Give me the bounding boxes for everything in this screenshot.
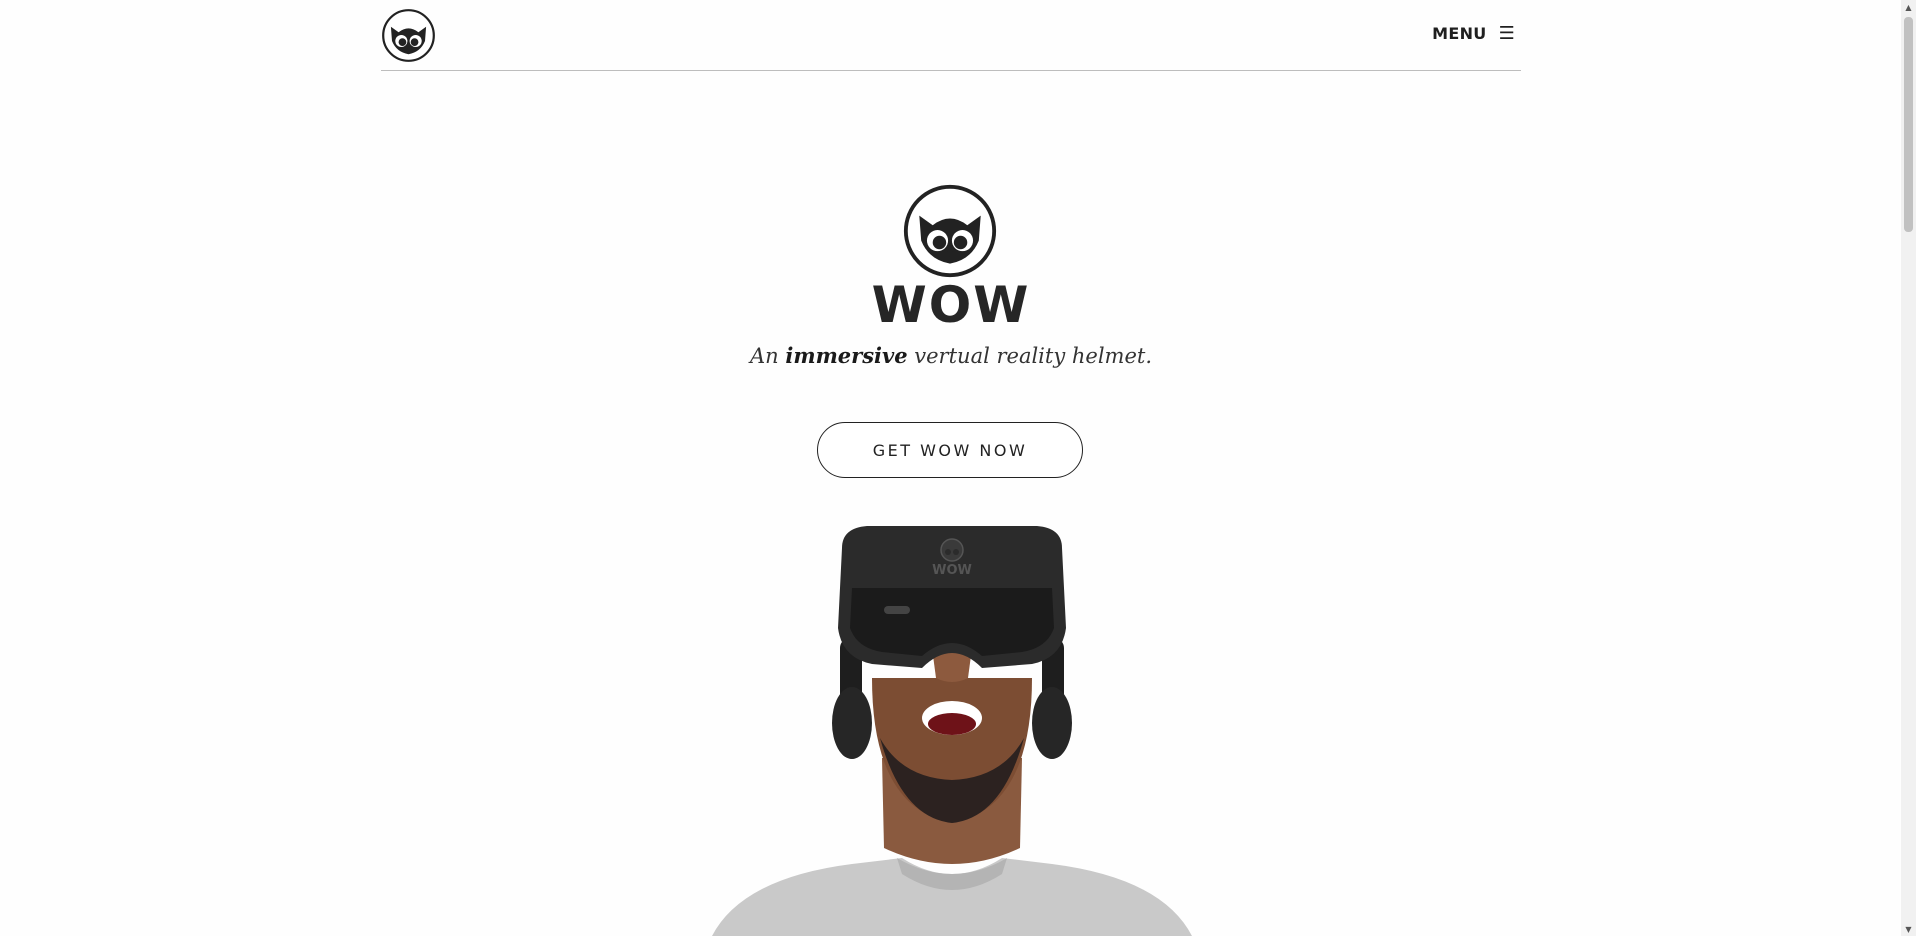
site-header: MENU ☰	[381, 0, 1521, 71]
scrollbar-thumb[interactable]	[1904, 17, 1913, 232]
scroll-down-arrow-icon[interactable]: ▼	[1901, 922, 1916, 936]
vr-headset-person-image: WOW	[702, 518, 1202, 936]
tagline-emphasis: immersive	[785, 343, 908, 368]
tagline-suffix: vertual reality helmet.	[907, 344, 1152, 368]
tagline-prefix: An	[750, 344, 786, 368]
helmet-logo-text: WOW	[932, 563, 972, 578]
hero-tagline: An immersive vertual reality helmet.	[0, 343, 1902, 368]
menu-button[interactable]: MENU ☰	[1432, 23, 1515, 44]
brand-title: WOW	[871, 276, 1031, 334]
owl-logo-icon	[903, 184, 997, 278]
get-wow-now-button[interactable]: GET WOW NOW	[817, 422, 1083, 478]
hamburger-icon: ☰	[1498, 23, 1515, 44]
owl-logo-icon[interactable]	[381, 8, 436, 63]
vertical-scrollbar[interactable]: ▲ ▼	[1901, 0, 1916, 936]
menu-label: MENU	[1432, 24, 1487, 43]
scroll-up-arrow-icon[interactable]: ▲	[1901, 0, 1916, 14]
